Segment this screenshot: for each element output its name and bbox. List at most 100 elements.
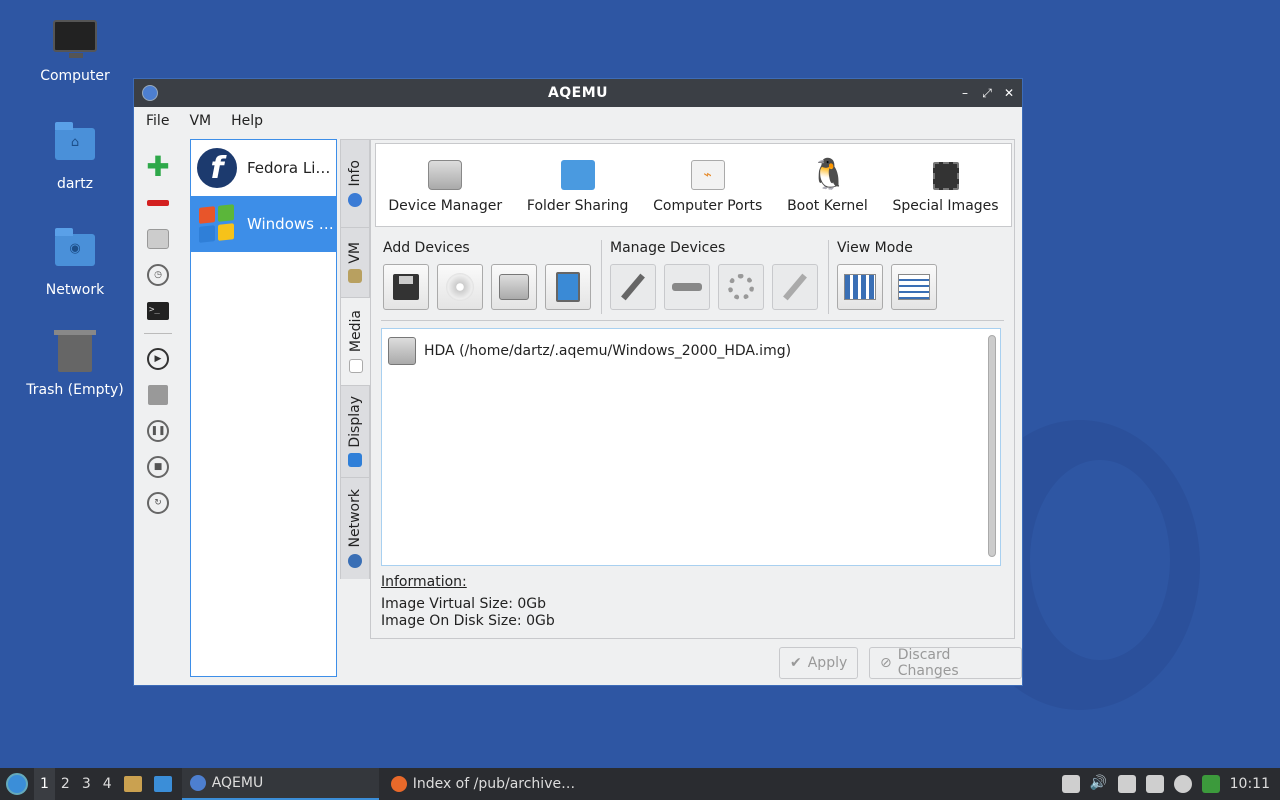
discard-changes-button[interactable]: ⊘ Discard Changes (869, 647, 1022, 679)
list-item[interactable]: HDA (/home/dartz/.aqemu/Windows_2000_HDA… (382, 329, 1000, 373)
delete-vm-button[interactable] (144, 189, 172, 217)
toolbar-divider (381, 320, 1004, 321)
save-vm-button[interactable] (144, 381, 172, 409)
file-manager-icon (123, 776, 142, 792)
aqemu-app-icon (142, 85, 158, 101)
vm-list: f Fedora Li… Windows … (190, 139, 337, 677)
scrollbar[interactable] (988, 335, 996, 557)
show-desktop-launcher[interactable] (148, 768, 178, 800)
menu-file[interactable]: File (136, 113, 179, 129)
add-hdd-button[interactable] (491, 264, 537, 310)
vm-console-button[interactable]: >_ (144, 297, 172, 325)
tab-display[interactable]: Display (340, 385, 370, 477)
reset-vm-button[interactable]: ↻ (144, 489, 172, 517)
minus-bar-icon (672, 283, 702, 291)
add-cdrom-button[interactable] (437, 264, 483, 310)
list-view-icon (898, 274, 930, 300)
disk-size-text: Image On Disk Size: 0Gb (381, 613, 555, 629)
chip-icon (932, 162, 959, 190)
computer-ports-button[interactable]: ⌁ Computer Ports (653, 160, 762, 214)
tab-network[interactable]: Network (340, 477, 370, 579)
menu-vm[interactable]: VM (179, 113, 221, 129)
manage-devices-group (610, 264, 818, 310)
manage-devices-label: Manage Devices (610, 240, 726, 256)
device-label: HDA (/home/dartz/.aqemu/Windows_2000_HDA… (424, 343, 792, 359)
floppy-icon (148, 385, 168, 405)
vm-snapshot-button[interactable]: ◷ (144, 261, 172, 289)
green-app-icon[interactable] (1201, 775, 1220, 793)
status-icon[interactable] (1173, 775, 1192, 793)
view-mode-group (837, 264, 937, 310)
tab-vm[interactable]: VM (340, 227, 370, 297)
start-vm-button[interactable]: ▶ (144, 345, 172, 373)
reset-icon: ↻ (147, 492, 169, 514)
vm-item-windows[interactable]: Windows … (191, 196, 336, 252)
media-icon (348, 358, 363, 373)
folder-icon (560, 160, 595, 190)
device-list: HDA (/home/dartz/.aqemu/Windows_2000_HDA… (381, 328, 1001, 566)
group-separator (601, 240, 602, 314)
grid-view-icon (844, 274, 876, 300)
boot-kernel-button[interactable]: 🐧 Boot Kernel (787, 160, 868, 215)
file-manager-launcher[interactable] (118, 768, 148, 800)
workspace-4[interactable]: 4 (97, 768, 118, 800)
minimize-button[interactable]: – (958, 86, 972, 101)
add-storage-button[interactable] (545, 264, 591, 310)
remove-device-button[interactable] (664, 264, 710, 310)
apply-button[interactable]: ✔ Apply (779, 647, 859, 679)
edit-device-button[interactable] (610, 264, 656, 310)
start-menu-icon[interactable] (6, 773, 28, 795)
add-vm-button[interactable]: ✚ (144, 153, 172, 181)
tools-icon (348, 269, 362, 284)
aqemu-icon (189, 775, 206, 791)
list-view-button[interactable] (891, 264, 937, 310)
stop-icon: ■ (147, 456, 169, 478)
desktop-icon-trash[interactable]: Trash (Empty) (20, 330, 130, 398)
menu-help[interactable]: Help (221, 113, 273, 129)
pause-icon: ❚❚ (147, 420, 169, 442)
display-icon (348, 453, 362, 468)
information-heading: Information: (381, 574, 467, 590)
desktop-icon-home[interactable]: ⌂ dartz (20, 122, 130, 192)
device-properties-button[interactable] (718, 264, 764, 310)
icon-view-button[interactable] (837, 264, 883, 310)
tab-info[interactable]: Info (340, 139, 370, 227)
maximize-button[interactable]: ⤢ (980, 86, 994, 101)
pen-icon (783, 273, 807, 301)
home-folder-icon: ⌂ (55, 122, 95, 160)
desktop-icon-computer[interactable]: Computer (20, 16, 130, 84)
network-tray-icon[interactable] (1145, 775, 1164, 793)
firefox-icon (390, 776, 407, 792)
fedora-logo-icon: f (195, 146, 239, 190)
clipboard-icon[interactable] (1117, 775, 1136, 793)
vm-item-fedora[interactable]: f Fedora Li… (191, 140, 336, 196)
vm-item-label: Fedora Li… (247, 159, 331, 177)
titlebar[interactable]: AQEMU – ⤢ ✕ (134, 79, 1022, 107)
folder-sharing-button[interactable]: Folder Sharing (527, 160, 628, 214)
close-button[interactable]: ✕ (1002, 86, 1016, 101)
tab-media[interactable]: Media (340, 297, 370, 385)
info-icon (348, 192, 362, 207)
clock[interactable]: 10:11 (1230, 776, 1270, 792)
menubar: File VM Help (134, 107, 1022, 135)
volume-icon[interactable]: 🔊 (1090, 775, 1108, 793)
workspace-1[interactable]: 1 (34, 768, 55, 800)
stop-vm-button[interactable]: ■ (144, 453, 172, 481)
workspace-2[interactable]: 2 (55, 768, 76, 800)
special-images-button[interactable]: Special Images (893, 162, 999, 214)
add-floppy-button[interactable] (383, 264, 429, 310)
pause-vm-button[interactable]: ❚❚ (144, 417, 172, 445)
tray-updates-icon[interactable] (1061, 775, 1080, 793)
vm-disk-button[interactable] (144, 225, 172, 253)
check-icon: ✔ (790, 655, 802, 671)
workspace-3[interactable]: 3 (76, 768, 97, 800)
rename-device-button[interactable] (772, 264, 818, 310)
gear-icon (728, 274, 754, 300)
task-aqemu[interactable]: AQEMU (181, 768, 379, 800)
usb-icon: ⌁ (690, 160, 725, 190)
window-title: AQEMU (547, 85, 609, 101)
desktop-icon-network[interactable]: ◉ Network (20, 228, 130, 298)
device-manager-button[interactable]: Device Manager (388, 160, 502, 214)
system-tray: 🔊 10:11 (1061, 775, 1280, 793)
task-firefox[interactable]: Index of /pub/archive… (383, 768, 583, 800)
